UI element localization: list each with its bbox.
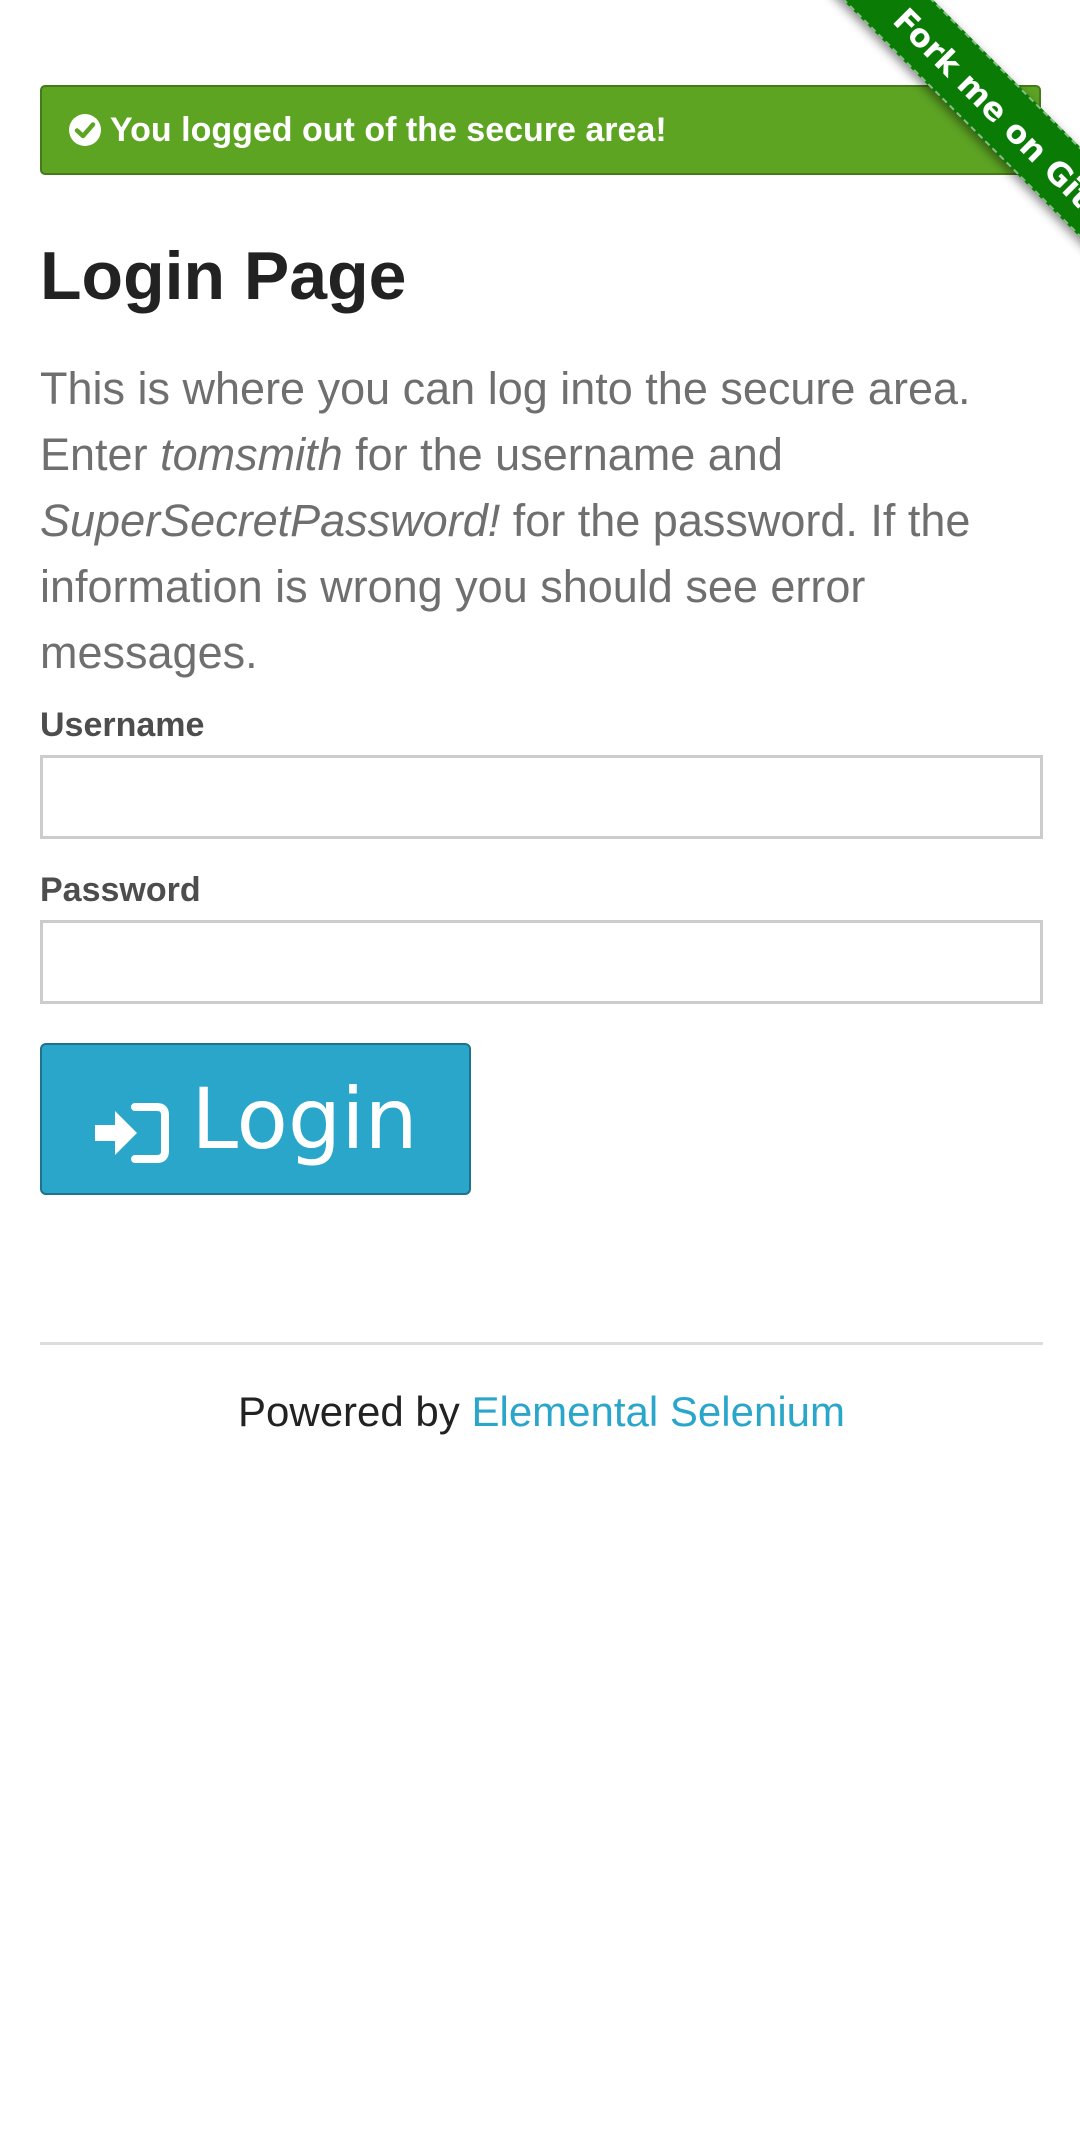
elemental-selenium-link[interactable]: Elemental Selenium xyxy=(471,1388,845,1435)
intro-part-2: for the username and xyxy=(342,429,783,480)
ribbon-container: Fork me on GitHub xyxy=(680,0,1080,400)
username-input[interactable] xyxy=(40,755,1043,839)
footer-divider xyxy=(40,1342,1043,1345)
password-hint: SuperSecretPassword! xyxy=(40,495,501,546)
fork-me-ribbon[interactable]: Fork me on GitHub xyxy=(799,0,1080,353)
check-circle-icon xyxy=(68,113,102,147)
password-label: Password xyxy=(40,871,201,909)
password-input[interactable] xyxy=(40,920,1043,1004)
page: You logged out of the secure area! × For… xyxy=(0,0,1080,2138)
footer: Powered by Elemental Selenium xyxy=(40,1388,1043,1436)
page-title: Login Page xyxy=(40,238,407,314)
login-button[interactable]: Login xyxy=(40,1043,471,1195)
sign-in-icon xyxy=(93,1087,170,1163)
flash-message: You logged out of the secure area! × xyxy=(40,85,1041,175)
username-hint: tomsmith xyxy=(160,429,343,480)
footer-powered-by: Powered by xyxy=(238,1388,472,1435)
intro-text: This is where you can log into the secur… xyxy=(40,356,1040,686)
username-label: Username xyxy=(40,706,205,744)
flash-text: You logged out of the secure area! xyxy=(110,110,667,149)
login-button-label: Login xyxy=(191,1070,418,1168)
